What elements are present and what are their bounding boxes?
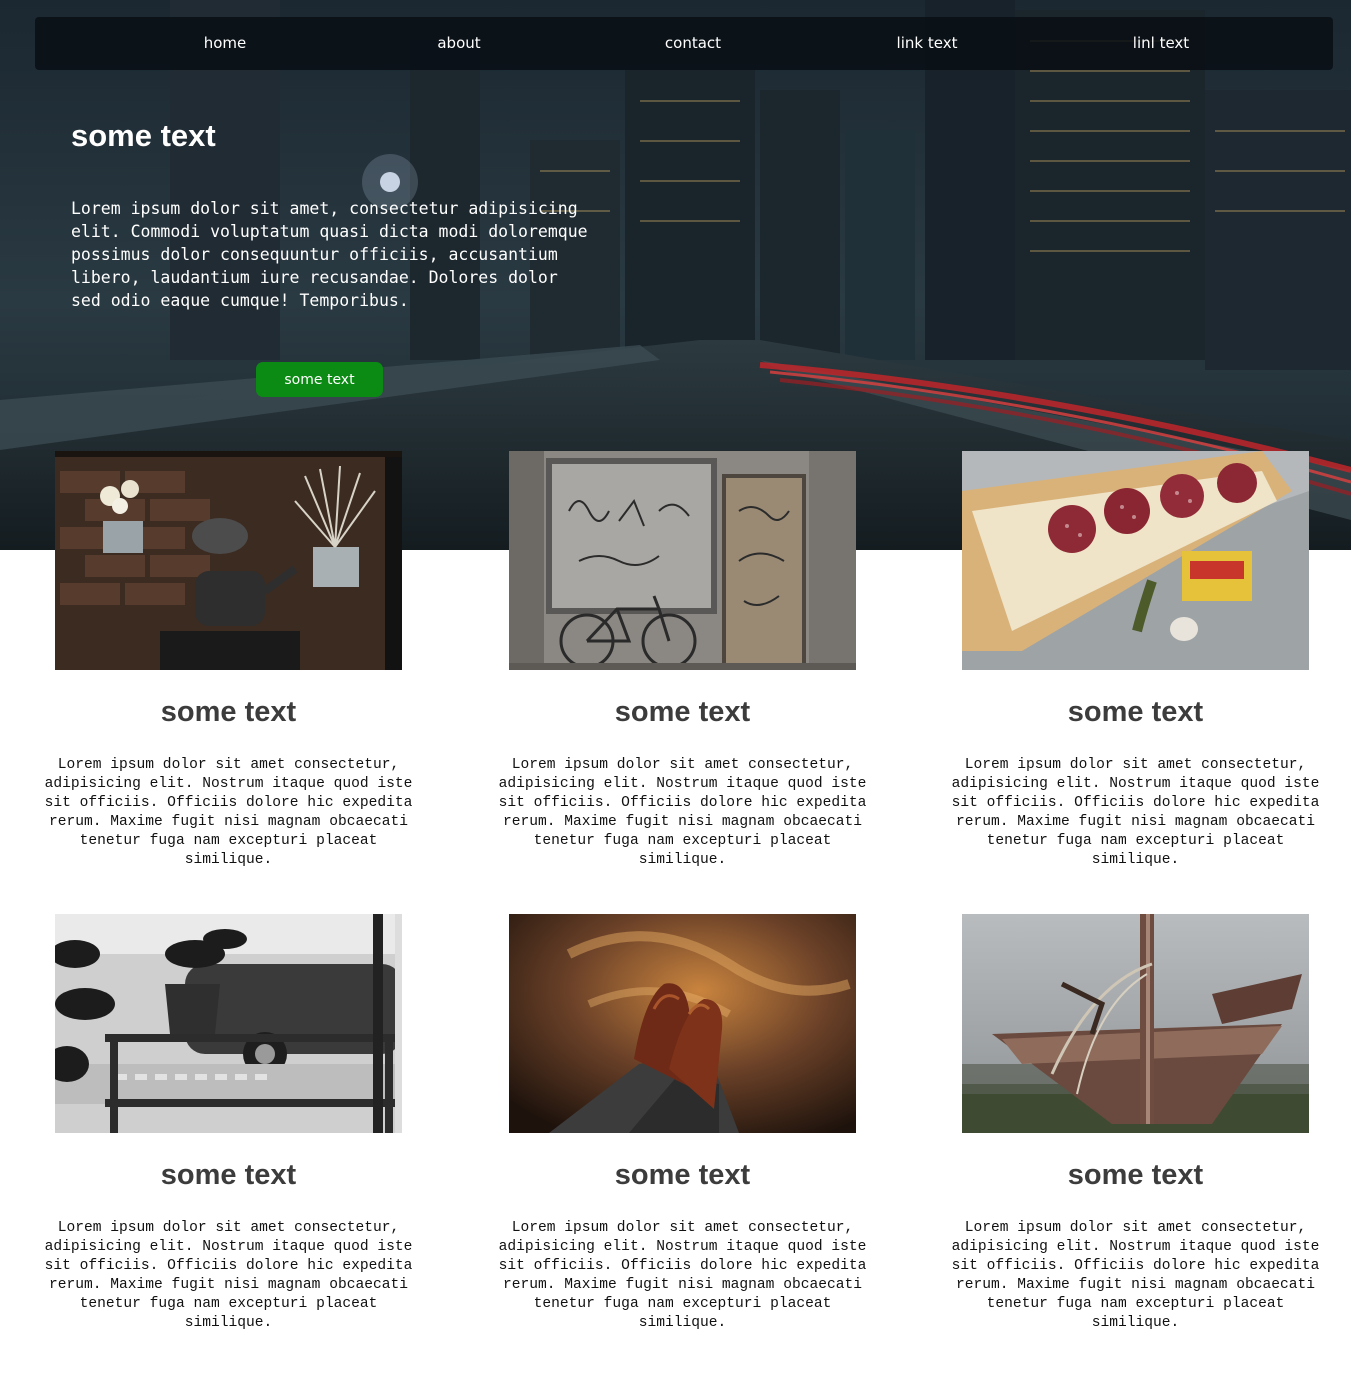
window-plant-photo (55, 914, 402, 1133)
card-text: Lorem ipsum dolor sit amet consectetur, … (951, 757, 1320, 868)
top-navigation-bar: home about contact link text linl text (35, 17, 1333, 70)
hero-description: Lorem ipsum dolor sit amet, consectetur … (71, 199, 588, 310)
card-text: Lorem ipsum dolor sit amet consectetur, … (498, 757, 867, 868)
card-text: Lorem ipsum dolor sit amet consectetur, … (498, 1220, 867, 1331)
card-text: Lorem ipsum dolor sit amet consectetur, … (44, 757, 413, 868)
card-title: some text (1067, 696, 1204, 728)
leather-shoes-photo (509, 914, 856, 1133)
sandwich-photo (962, 451, 1309, 670)
wrecked-boat-photo (962, 914, 1309, 1133)
hero-title: some text (71, 118, 216, 153)
hero-cta-button[interactable]: some text (256, 362, 383, 397)
graffiti-storefront-photo (509, 451, 856, 670)
still-life-photo (55, 451, 402, 670)
card-text: Lorem ipsum dolor sit amet consectetur, … (44, 1220, 413, 1331)
nav-link-link-text[interactable]: link text (867, 17, 987, 70)
card-title: some text (160, 696, 297, 728)
card-title: some text (1067, 1159, 1204, 1191)
nav-link-home[interactable]: home (165, 17, 285, 70)
card-title: some text (614, 1159, 751, 1191)
nav-link-linl-text[interactable]: linl text (1101, 17, 1221, 70)
nav-link-about[interactable]: about (399, 17, 519, 70)
card-title: some text (614, 696, 751, 728)
card-text: Lorem ipsum dolor sit amet consectetur, … (951, 1220, 1320, 1331)
card-title: some text (160, 1159, 297, 1191)
nav-link-contact[interactable]: contact (633, 17, 753, 70)
